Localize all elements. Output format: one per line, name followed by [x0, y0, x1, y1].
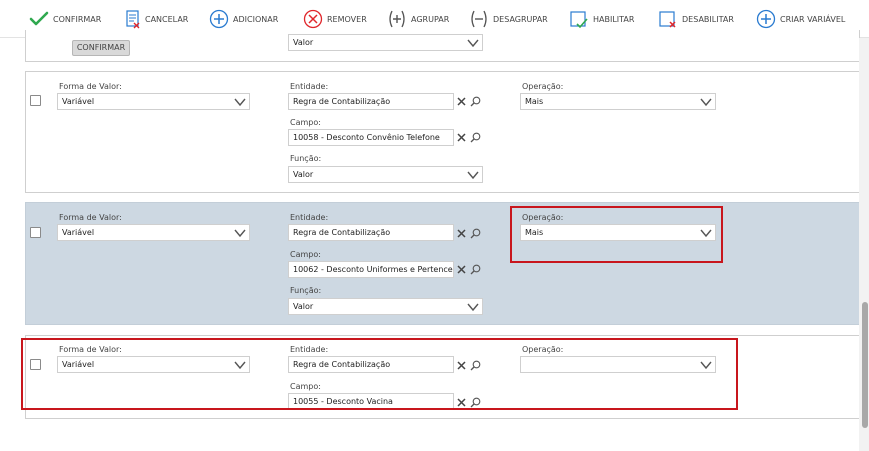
forma-valor-value: Variável: [62, 97, 95, 106]
operacao-label: Operação:: [522, 82, 564, 91]
funcao-label: Função:: [290, 154, 322, 163]
operacao-label: Operação:: [522, 213, 564, 222]
cancelar-button[interactable]: CANCELAR: [125, 8, 188, 30]
forma-valor-label: Forma de Valor:: [59, 213, 122, 222]
clear-x-icon[interactable]: [456, 360, 467, 371]
clear-x-icon[interactable]: [456, 132, 467, 143]
entidade-label: Entidade:: [290, 345, 329, 354]
forma-valor-select[interactable]: Variável: [57, 93, 250, 110]
search-icon[interactable]: [470, 264, 481, 275]
funcao-value: Valor: [293, 170, 314, 179]
funcao-value: Valor: [293, 302, 314, 311]
entidade-value: Regra de Contabilização: [293, 228, 391, 237]
confirm-button[interactable]: CONFIRMAR: [72, 40, 130, 56]
group-plus-icon: [389, 10, 405, 28]
forma-valor-select[interactable]: Variável: [57, 356, 250, 373]
entidade-value: Regra de Contabilização: [293, 360, 391, 369]
agrupar-button[interactable]: AGRUPAR: [387, 8, 449, 30]
chevron-down-icon: [700, 98, 712, 107]
funcao-select[interactable]: Valor: [288, 166, 483, 183]
desabilitar-label: DESABILITAR: [682, 14, 734, 24]
chevron-down-icon: [234, 361, 246, 370]
campo-label: Campo:: [290, 382, 321, 391]
criar-variavel-label: CRIAR VARIÁVEL: [780, 14, 846, 24]
entidade-field[interactable]: Regra de Contabilização: [288, 224, 454, 241]
remover-button[interactable]: REMOVER: [303, 8, 367, 30]
clear-x-icon[interactable]: [456, 264, 467, 275]
operacao-select[interactable]: Mais: [520, 224, 716, 241]
plus-circle-icon: [756, 9, 776, 29]
desagrupar-label: DESAGRUPAR: [493, 14, 548, 24]
chevron-down-icon: [467, 171, 479, 180]
search-icon[interactable]: [470, 397, 481, 408]
operacao-label: Operação:: [522, 345, 564, 354]
funcao-select[interactable]: Valor: [288, 34, 483, 51]
ungroup-minus-icon: [471, 10, 487, 28]
chevron-down-icon: [234, 98, 246, 107]
entidade-label: Entidade:: [290, 213, 329, 222]
campo-value: 10055 - Desconto Vacina: [293, 397, 393, 406]
remove-circle-icon: [303, 9, 323, 29]
habilitar-button[interactable]: HABILITAR: [569, 8, 634, 30]
entidade-field[interactable]: Regra de Contabilização: [288, 93, 454, 110]
row-checkbox[interactable]: [30, 227, 41, 238]
cancelar-label: CANCELAR: [145, 14, 189, 24]
remover-label: REMOVER: [327, 14, 367, 24]
chevron-down-icon: [467, 303, 479, 312]
search-icon[interactable]: [470, 228, 481, 239]
row-checkbox[interactable]: [30, 95, 41, 106]
confirmar-label: CONFIRMAR: [53, 14, 102, 24]
enable-check-icon: [570, 11, 588, 29]
disable-x-icon: [659, 11, 676, 28]
plus-circle-icon: [209, 9, 229, 29]
campo-field[interactable]: 10062 - Desconto Uniformes e Pertences: [288, 261, 454, 278]
campo-field[interactable]: 10055 - Desconto Vacina: [288, 393, 454, 410]
cancel-document-icon: [126, 10, 140, 29]
entidade-field[interactable]: Regra de Contabilização: [288, 356, 454, 373]
desabilitar-button[interactable]: DESABILITAR: [658, 8, 734, 30]
habilitar-label: HABILITAR: [593, 14, 635, 24]
chevron-down-icon: [234, 229, 246, 238]
chevron-down-icon: [700, 229, 712, 238]
desagrupar-button[interactable]: DESAGRUPAR: [469, 8, 548, 30]
campo-value: 10058 - Desconto Convênio Telefone: [293, 133, 440, 142]
search-icon[interactable]: [470, 360, 481, 371]
row-checkbox[interactable]: [30, 359, 41, 370]
forma-valor-value: Variável: [62, 228, 95, 237]
chevron-down-icon: [467, 39, 479, 48]
campo-label: Campo:: [290, 250, 321, 259]
forma-valor-label: Forma de Valor:: [59, 82, 122, 91]
checkmark-icon: [29, 11, 49, 26]
operacao-select[interactable]: Mais: [520, 93, 716, 110]
campo-field[interactable]: 10058 - Desconto Convênio Telefone: [288, 129, 454, 146]
forma-valor-value: Variável: [62, 360, 95, 369]
campo-label: Campo:: [290, 118, 321, 127]
operacao-select[interactable]: [520, 356, 716, 373]
entidade-value: Regra de Contabilização: [293, 97, 391, 106]
scrollbar-thumb[interactable]: [862, 302, 868, 428]
campo-value: 10062 - Desconto Uniformes e Pertences: [293, 265, 454, 274]
funcao-value: Valor: [293, 38, 314, 47]
entidade-label: Entidade:: [290, 82, 329, 91]
confirmar-button[interactable]: CONFIRMAR: [29, 8, 101, 30]
adicionar-button[interactable]: ADICIONAR: [209, 8, 278, 30]
operacao-value: Mais: [525, 97, 544, 106]
agrupar-label: AGRUPAR: [411, 14, 450, 24]
forma-valor-select[interactable]: Variável: [57, 224, 250, 241]
clear-x-icon[interactable]: [456, 228, 467, 239]
clear-x-icon[interactable]: [456, 397, 467, 408]
funcao-label: Função:: [290, 286, 322, 295]
clear-x-icon[interactable]: [456, 96, 467, 107]
criar-variavel-button[interactable]: CRIAR VARIÁVEL: [756, 8, 845, 30]
adicionar-label: ADICIONAR: [233, 14, 279, 24]
search-icon[interactable]: [470, 96, 481, 107]
forma-valor-label: Forma de Valor:: [59, 345, 122, 354]
search-icon[interactable]: [470, 132, 481, 143]
funcao-select[interactable]: Valor: [288, 298, 483, 315]
operacao-value: Mais: [525, 228, 544, 237]
chevron-down-icon: [700, 361, 712, 370]
